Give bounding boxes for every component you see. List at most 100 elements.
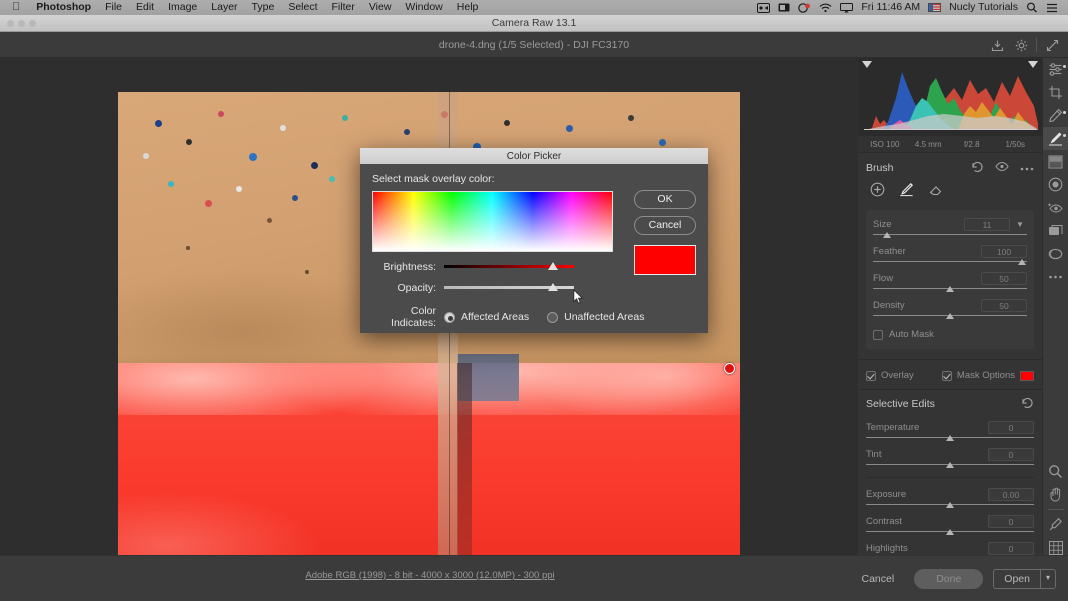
- graduated-filter-icon[interactable]: [1043, 150, 1068, 173]
- slider-value[interactable]: 50: [981, 298, 1027, 312]
- slider-value[interactable]: 11: [964, 217, 1010, 231]
- overlay-toggle[interactable]: Overlay: [866, 370, 914, 381]
- opacity-thumb[interactable]: [548, 283, 559, 291]
- adjustment-brush-icon[interactable]: [1042, 127, 1068, 150]
- overlay-checkbox[interactable]: [866, 370, 876, 381]
- caret-down-icon[interactable]: ▼: [1013, 220, 1027, 229]
- slider-track[interactable]: [873, 286, 1027, 295]
- zoom-tool-icon[interactable]: [1043, 460, 1068, 483]
- opacity-track[interactable]: [444, 282, 574, 294]
- brightness-track[interactable]: [444, 261, 574, 273]
- slider-exposure[interactable]: Exposure 0.00: [866, 484, 1034, 511]
- maximize-window-button[interactable]: [29, 20, 36, 27]
- slider-track[interactable]: [866, 529, 1034, 538]
- preferences-gear-icon[interactable]: [1009, 32, 1033, 58]
- color-picker-dialog[interactable]: Color Picker Select mask overlay color: …: [360, 148, 708, 333]
- reset-icon[interactable]: [971, 161, 984, 175]
- close-window-button[interactable]: [7, 20, 14, 27]
- radio-affected-areas[interactable]: Affected Areas: [444, 311, 529, 323]
- slider-feather[interactable]: Feather 100: [873, 241, 1027, 268]
- slider-thumb[interactable]: [946, 313, 954, 319]
- menu-item-help[interactable]: Help: [450, 0, 486, 15]
- brightness-thumb[interactable]: [548, 262, 559, 270]
- slider-contrast[interactable]: Contrast 0: [866, 511, 1034, 538]
- slider-track[interactable]: [873, 259, 1027, 268]
- slider-thumb[interactable]: [946, 286, 954, 292]
- opacity-slider-row[interactable]: Opacity:: [372, 282, 696, 294]
- auto-mask-row[interactable]: Auto Mask: [873, 322, 1027, 342]
- control-center-icon[interactable]: [1042, 3, 1062, 13]
- menu-item-view[interactable]: View: [362, 0, 399, 15]
- fullscreen-icon[interactable]: [1040, 32, 1064, 58]
- auto-mask-checkbox[interactable]: [873, 329, 883, 340]
- menu-item-type[interactable]: Type: [245, 0, 282, 15]
- slider-track[interactable]: [873, 313, 1027, 322]
- search-icon[interactable]: [1022, 2, 1042, 13]
- slider-value[interactable]: 50: [981, 271, 1027, 285]
- mask-options-checkbox[interactable]: [941, 370, 952, 381]
- brush-icon[interactable]: [899, 182, 914, 202]
- slider-thumb[interactable]: [946, 529, 954, 535]
- slider-thumb[interactable]: [946, 435, 954, 441]
- slider-thumb[interactable]: [882, 232, 891, 238]
- ok-button[interactable]: OK: [634, 190, 696, 209]
- open-button[interactable]: Open: [993, 569, 1040, 589]
- menu-item-layer[interactable]: Layer: [204, 0, 244, 15]
- slider-track[interactable]: [866, 502, 1034, 511]
- eyedropper-tool-icon[interactable]: [1043, 513, 1068, 536]
- affected-areas-radio[interactable]: [444, 311, 455, 323]
- color-spectrum-field[interactable]: [372, 191, 613, 252]
- airplay-icon[interactable]: [836, 2, 857, 13]
- save-image-icon[interactable]: [985, 32, 1009, 58]
- menu-item-photoshop[interactable]: Photoshop: [29, 0, 98, 15]
- slider-thumb[interactable]: [946, 502, 954, 508]
- account-name[interactable]: Nucly Tutorials: [945, 0, 1022, 15]
- healing-brush-icon[interactable]: [1043, 104, 1068, 127]
- slider-track[interactable]: [873, 232, 1027, 241]
- slider-value[interactable]: 0.00: [988, 487, 1034, 501]
- menu-item-file[interactable]: File: [98, 0, 129, 15]
- slider-value[interactable]: 0: [988, 541, 1034, 555]
- menu-item-filter[interactable]: Filter: [325, 0, 362, 15]
- presets-icon[interactable]: [1043, 219, 1068, 242]
- wifi-icon[interactable]: [815, 3, 836, 13]
- screen-record-icon[interactable]: [753, 2, 774, 13]
- slider-track[interactable]: [866, 462, 1034, 471]
- cancel-button[interactable]: Cancel: [634, 216, 696, 235]
- mask-color-swatch[interactable]: [1020, 370, 1034, 381]
- slider-size[interactable]: Size 11 ▼: [873, 214, 1027, 241]
- menu-item-window[interactable]: Window: [398, 0, 449, 15]
- menu-item-image[interactable]: Image: [161, 0, 204, 15]
- crop-icon[interactable]: [1043, 81, 1068, 104]
- clock-time[interactable]: Fri 11:46 AM: [857, 0, 924, 15]
- slider-flow[interactable]: Flow 50: [873, 268, 1027, 295]
- slider-value[interactable]: 0: [988, 420, 1034, 434]
- slider-tint[interactable]: Tint 0: [866, 444, 1034, 471]
- hand-tool-icon[interactable]: [1043, 483, 1068, 506]
- more-options-icon[interactable]: [1020, 162, 1034, 174]
- menu-item-select[interactable]: Select: [281, 0, 324, 15]
- minimize-window-button[interactable]: [18, 20, 25, 27]
- slider-thumb[interactable]: [1018, 259, 1027, 265]
- more-icon[interactable]: [1043, 265, 1068, 288]
- red-eye-icon[interactable]: [1043, 196, 1068, 219]
- reset-icon[interactable]: [1021, 397, 1034, 411]
- flag-icon[interactable]: [924, 3, 945, 12]
- edit-sliders-icon[interactable]: [1043, 58, 1068, 81]
- cancel-button[interactable]: Cancel: [852, 569, 905, 589]
- done-button[interactable]: Done: [914, 569, 984, 589]
- battery-icon[interactable]: [794, 2, 815, 13]
- eraser-icon[interactable]: [928, 182, 943, 202]
- slider-temperature[interactable]: Temperature 0: [866, 417, 1034, 444]
- snapshots-icon[interactable]: [1043, 242, 1068, 265]
- radio-unaffected-areas[interactable]: Unaffected Areas: [547, 311, 644, 323]
- slider-value[interactable]: 0: [988, 447, 1034, 461]
- display-icon[interactable]: [774, 3, 794, 13]
- histogram[interactable]: [858, 58, 1042, 136]
- caret-down-icon[interactable]: ▾: [1039, 569, 1056, 589]
- slider-thumb[interactable]: [946, 462, 954, 468]
- slider-value[interactable]: 100: [981, 244, 1027, 258]
- slider-value[interactable]: 0: [988, 514, 1034, 528]
- add-brush-icon[interactable]: [870, 182, 885, 202]
- unaffected-areas-radio[interactable]: [547, 311, 559, 323]
